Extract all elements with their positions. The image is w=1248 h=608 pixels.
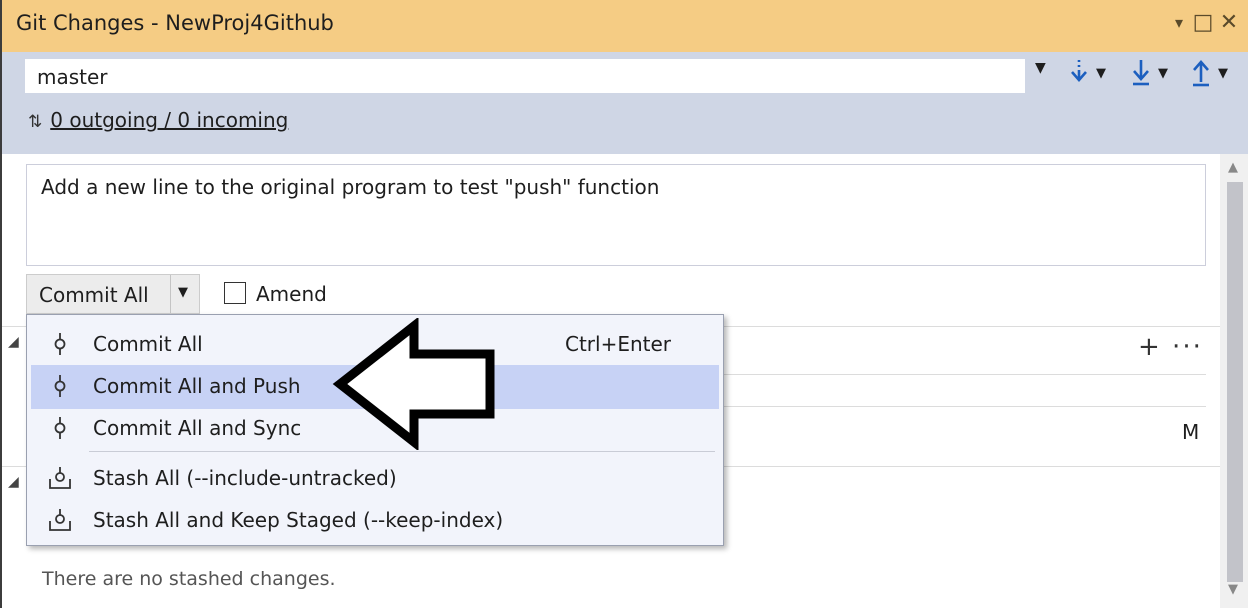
fetch-icon — [1071, 60, 1087, 82]
amend-checkbox[interactable] — [224, 282, 246, 304]
left-arrow-annotation — [332, 318, 495, 450]
amend-label: Amend — [256, 282, 327, 306]
menu-item-label: Commit All — [93, 332, 203, 356]
maximize-button[interactable]: □ — [1190, 8, 1216, 38]
commit-message-input[interactable]: Add a new line to the original program t… — [26, 164, 1206, 266]
menu-separator — [89, 451, 715, 452]
push-button[interactable]: ▼ — [1188, 56, 1234, 92]
stash-icon — [49, 509, 71, 531]
commit-dropdown-icon[interactable]: ▼ — [178, 285, 188, 300]
branch-selector[interactable]: master — [24, 58, 1026, 94]
scroll-thumb[interactable] — [1227, 182, 1243, 582]
menu-item-label: Stash All and Keep Staged (--keep-index) — [93, 508, 504, 532]
commit-message-text: Add a new line to the original program t… — [41, 175, 660, 199]
file-status-badge: M — [1182, 420, 1200, 444]
push-dropdown-icon[interactable]: ▼ — [1218, 66, 1228, 81]
changes-section-expand-icon[interactable]: ◢ — [8, 334, 19, 350]
fetch-button[interactable]: ▼ — [1066, 56, 1112, 92]
commit-all-button[interactable]: Commit All ▼ — [26, 274, 200, 314]
commit-icon — [54, 333, 66, 355]
branch-bar: master ▼ ▼ ▼ ▼ ⇅ 0 outgoing / 0 incoming — [2, 52, 1248, 154]
git-changes-panel: Git Changes - NewProj4Github ▾ □ ✕ maste… — [0, 0, 1248, 608]
title-bar: Git Changes - NewProj4Github ▾ □ ✕ — [2, 0, 1248, 52]
push-icon — [1193, 60, 1209, 87]
pull-icon — [1133, 60, 1149, 86]
outgoing-incoming-link[interactable]: 0 outgoing / 0 incoming — [50, 108, 288, 132]
fetch-dropdown-icon[interactable]: ▼ — [1096, 66, 1106, 81]
stashes-section-expand-icon[interactable]: ◢ — [8, 474, 19, 490]
sync-arrows-icon: ⇅ — [28, 112, 43, 132]
commit-icon — [54, 375, 66, 397]
menu-item-stash-all-keep-staged[interactable]: Stash All and Keep Staged (--keep-index) — [31, 499, 719, 543]
scroll-down-icon[interactable]: ▼ — [1228, 582, 1238, 597]
branch-name: master — [37, 65, 108, 89]
no-stashes-text: There are no stashed changes. — [42, 568, 336, 590]
window-title: Git Changes - NewProj4Github — [16, 11, 334, 35]
menu-item-label: Commit All and Push — [93, 374, 301, 398]
commit-button-divider — [170, 275, 171, 313]
menu-item-stash-all[interactable]: Stash All (--include-untracked) — [31, 457, 719, 501]
stash-icon — [49, 467, 71, 489]
window-menu-button[interactable]: ▾ — [1166, 8, 1192, 38]
menu-item-label: Commit All and Sync — [93, 416, 302, 440]
commit-icon — [54, 417, 66, 439]
pull-dropdown-icon[interactable]: ▼ — [1158, 66, 1168, 81]
changes-actions[interactable]: + ··· — [1138, 332, 1203, 362]
sync-status: ⇅ 0 outgoing / 0 incoming — [28, 108, 288, 132]
menu-item-shortcut: Ctrl+Enter — [565, 332, 672, 356]
commit-all-label: Commit All — [39, 283, 149, 307]
pull-button[interactable]: ▼ — [1128, 56, 1174, 92]
branch-dropdown-icon[interactable]: ▼ — [1035, 60, 1046, 76]
close-button[interactable]: ✕ — [1216, 8, 1242, 38]
vertical-scrollbar[interactable]: ▲ ▼ — [1220, 154, 1248, 608]
scroll-up-icon[interactable]: ▲ — [1228, 160, 1238, 175]
menu-item-label: Stash All (--include-untracked) — [93, 466, 397, 490]
